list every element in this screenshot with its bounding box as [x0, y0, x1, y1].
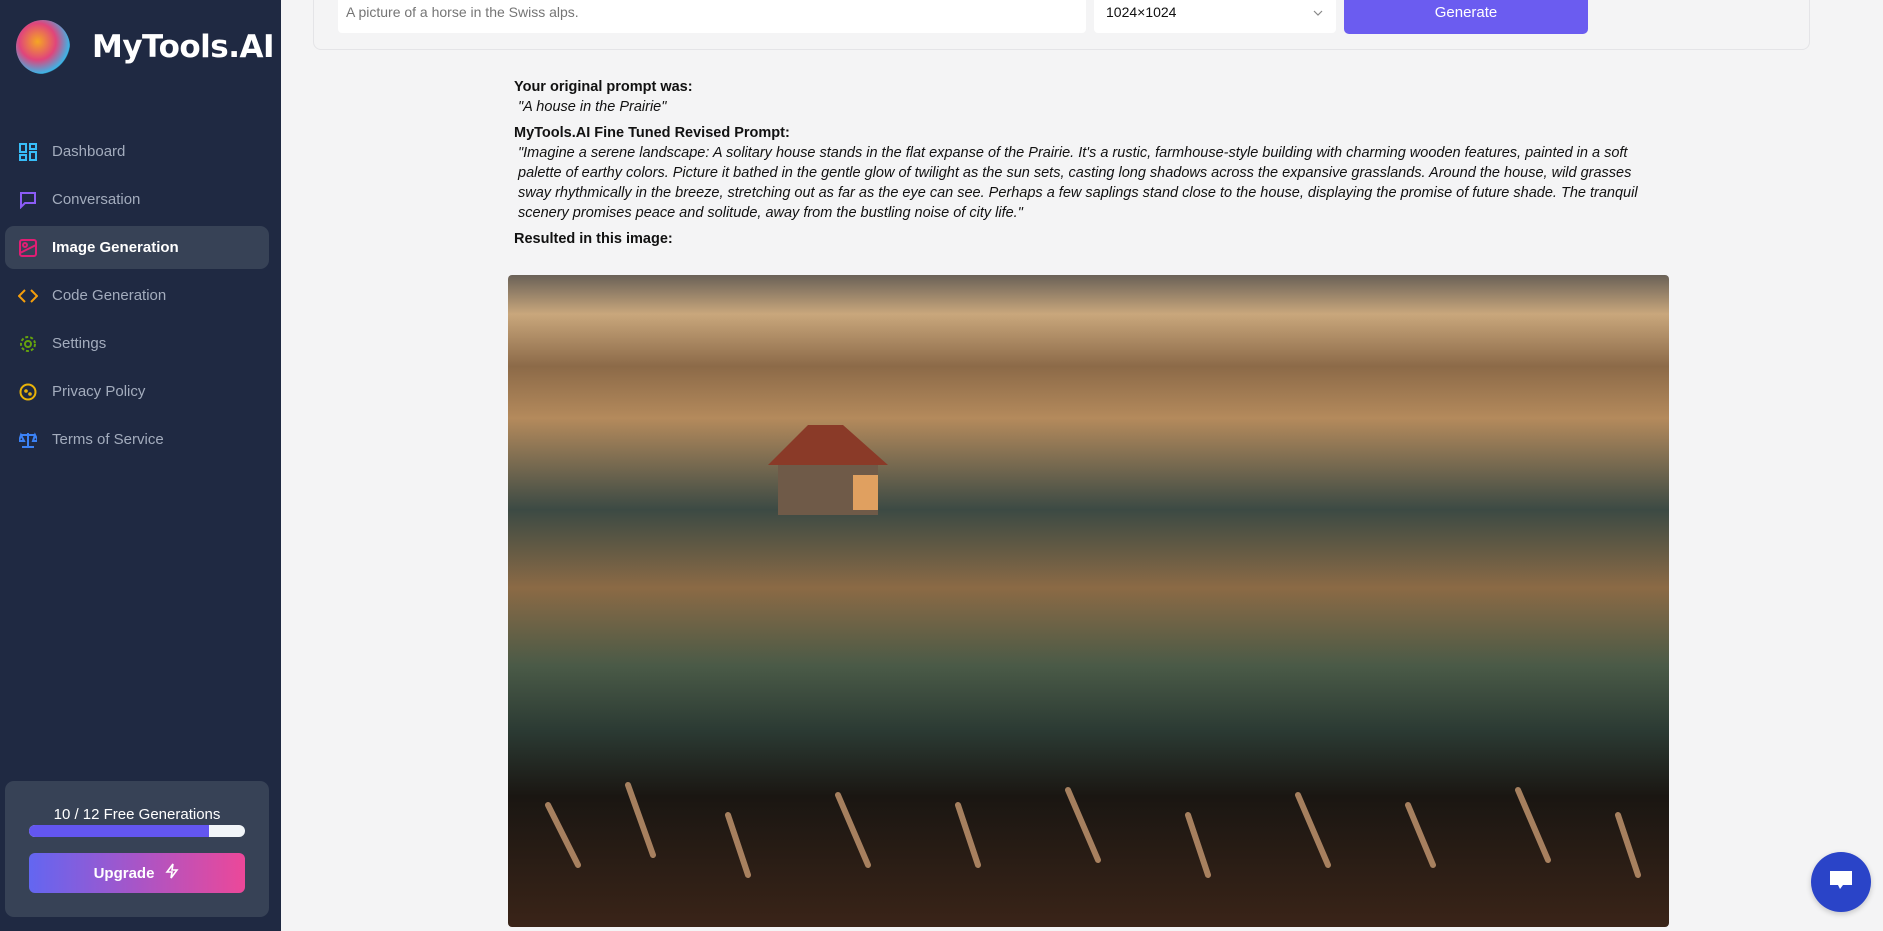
logo-image	[16, 20, 70, 74]
sidebar-item-label: Terms of Service	[52, 431, 164, 448]
chat-support-button[interactable]	[1811, 852, 1871, 912]
sidebar-item-label: Settings	[52, 335, 107, 352]
brand-name: MyTools.AI	[92, 29, 275, 65]
free-generations-label: 10 / 12 Free Generations	[53, 806, 221, 823]
grass-illustration	[545, 782, 1641, 878]
sidebar-nav: Dashboard Conversation Image Generation …	[5, 130, 269, 466]
generate-form: 1024×1024 Generate	[313, 0, 1810, 50]
upgrade-label: Upgrade	[93, 864, 155, 882]
generations-progress-bar	[29, 825, 245, 837]
result-section: Your original prompt was: "A house in th…	[514, 77, 1664, 249]
gear-icon	[18, 334, 38, 354]
sidebar-item-label: Image Generation	[52, 239, 179, 256]
code-icon	[18, 286, 38, 306]
upgrade-button[interactable]: Upgrade	[29, 853, 245, 893]
chat-icon	[18, 190, 38, 210]
sidebar-item-conversation[interactable]: Conversation	[5, 178, 269, 221]
house-illustration	[768, 425, 888, 515]
original-prompt-text: "A house in the Prairie"	[518, 99, 667, 115]
sidebar-item-code-generation[interactable]: Code Generation	[5, 274, 269, 317]
sidebar-item-dashboard[interactable]: Dashboard	[5, 130, 269, 173]
revised-prompt-heading: MyTools.AI Fine Tuned Revised Prompt:	[514, 125, 790, 141]
sidebar-item-label: Privacy Policy	[52, 383, 146, 400]
scale-icon	[18, 430, 38, 450]
sidebar-item-privacy-policy[interactable]: Privacy Policy	[5, 370, 269, 413]
sidebar-item-image-generation[interactable]: Image Generation	[5, 226, 269, 269]
sidebar-item-settings[interactable]: Settings	[5, 322, 269, 365]
prompt-input[interactable]	[338, 0, 1086, 33]
sidebar: MyTools.AI Dashboard Conversation Image …	[0, 0, 281, 931]
sidebar-item-terms-of-service[interactable]: Terms of Service	[5, 418, 269, 461]
sidebar-item-label: Dashboard	[52, 143, 126, 160]
generate-button[interactable]: Generate	[1344, 0, 1588, 34]
chevron-down-icon	[1312, 4, 1324, 20]
dashboard-icon	[18, 142, 38, 162]
usage-panel: 10 / 12 Free Generations Upgrade	[5, 781, 269, 917]
sidebar-item-label: Conversation	[52, 191, 141, 208]
progress-fill	[29, 825, 209, 837]
logo[interactable]: MyTools.AI	[16, 20, 275, 74]
cookie-icon	[18, 382, 38, 402]
result-heading: Resulted in this image:	[514, 231, 673, 247]
original-prompt-heading: Your original prompt was:	[514, 79, 693, 95]
chat-bubble-icon	[1828, 869, 1854, 896]
generated-image[interactable]	[508, 275, 1669, 927]
size-select-value: 1024×1024	[1106, 4, 1177, 20]
image-icon	[18, 238, 38, 258]
revised-prompt-text: "Imagine a serene landscape: A solitary …	[518, 145, 1638, 221]
sidebar-item-label: Code Generation	[52, 287, 167, 304]
size-select[interactable]: 1024×1024	[1094, 0, 1336, 33]
lightning-icon	[164, 863, 180, 883]
